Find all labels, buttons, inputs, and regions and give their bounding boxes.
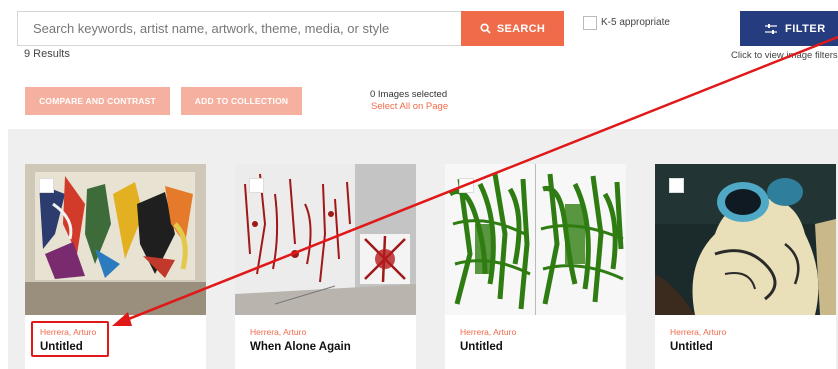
images-selected-count: 0 Images selected [370,89,448,100]
card-artist[interactable]: Herrera, Arturo [670,327,726,337]
artwork-card[interactable]: Herrera, Arturo Untitled [655,164,836,369]
search-button-label: SEARCH [496,22,546,35]
select-all-link[interactable]: Select All on Page [371,101,448,112]
card-artist[interactable]: Herrera, Arturo [460,327,516,337]
k5-checkbox[interactable] [583,16,597,30]
sliders-icon [765,23,777,34]
card-title[interactable]: Untitled [670,341,713,353]
filter-hint: Click to view image filters [731,50,838,61]
filter-button-label: FILTER [785,22,826,35]
results-count: 9 Results [24,48,70,60]
search-button[interactable]: SEARCH [461,11,564,46]
search-box [17,11,461,46]
k5-label: K-5 appropriate [601,17,670,28]
compare-and-contrast-button[interactable]: COMPARE AND CONTRAST [25,87,170,115]
card-artist[interactable]: Herrera, Arturo [250,327,306,337]
card-select-checkbox[interactable] [459,178,474,193]
card-select-checkbox[interactable] [39,178,54,193]
annotation-highlight-box [31,321,109,357]
artwork-card[interactable]: Herrera, Arturo When Alone Again [235,164,416,369]
search-icon [480,23,491,34]
artwork-card[interactable]: Herrera, Arturo Untitled [445,164,626,369]
card-title[interactable]: Untitled [460,341,503,353]
filter-button[interactable]: FILTER [740,11,838,46]
search-results-page: SEARCH K-5 appropriate FILTER Click to v… [0,0,838,369]
add-to-collection-button[interactable]: ADD TO COLLECTION [181,87,302,115]
search-input[interactable] [18,21,461,36]
card-select-checkbox[interactable] [669,178,684,193]
card-select-checkbox[interactable] [249,178,264,193]
card-title[interactable]: When Alone Again [250,341,351,353]
